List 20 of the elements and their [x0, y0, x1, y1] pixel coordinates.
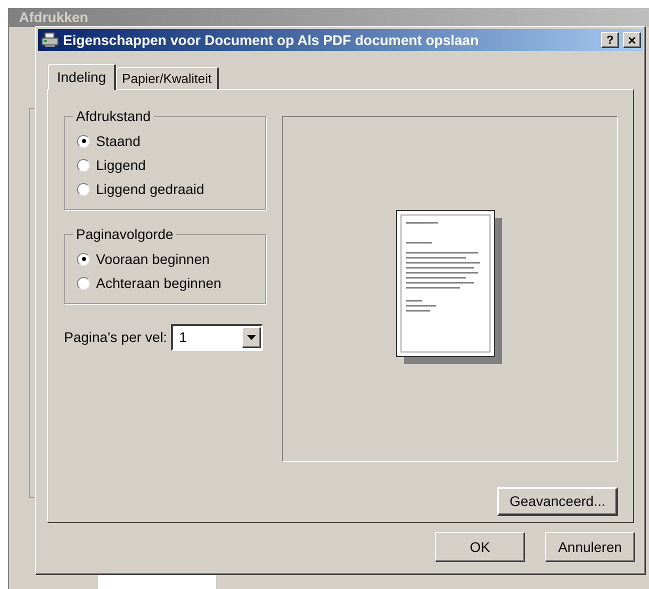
dialog-title: Eigenschappen voor Document op Als PDF document opslaan [63, 30, 480, 50]
radio-option[interactable]: Liggend gedraaid [77, 177, 265, 201]
dialog-button[interactable]: OK [435, 532, 525, 562]
tab[interactable]: Papier/Kwaliteit [116, 67, 219, 89]
radio-option[interactable]: Vooraan beginnen [77, 247, 265, 271]
field-label: Pagina's per vel: [64, 328, 168, 347]
help-button[interactable]: ? [601, 32, 619, 48]
advanced-button[interactable]: Geavanceerd... [497, 487, 618, 516]
window-title: Afdrukken [19, 8, 88, 27]
tab[interactable]: Indeling [48, 64, 116, 90]
radio-option[interactable]: Staand [77, 129, 265, 153]
pages-dropdown[interactable]: 1 [171, 324, 264, 351]
radio-option[interactable]: Liggend [77, 153, 265, 177]
printer-icon [41, 32, 59, 48]
close-button[interactable]: × [623, 32, 641, 48]
caret-icon [242, 327, 262, 348]
dialog-button[interactable]: Annuleren [545, 532, 635, 562]
group-title: Paginavolgorde [73, 226, 176, 242]
radio-option[interactable]: Achteraan beginnen [77, 271, 265, 295]
group-title: Afdrukstand [73, 108, 154, 124]
